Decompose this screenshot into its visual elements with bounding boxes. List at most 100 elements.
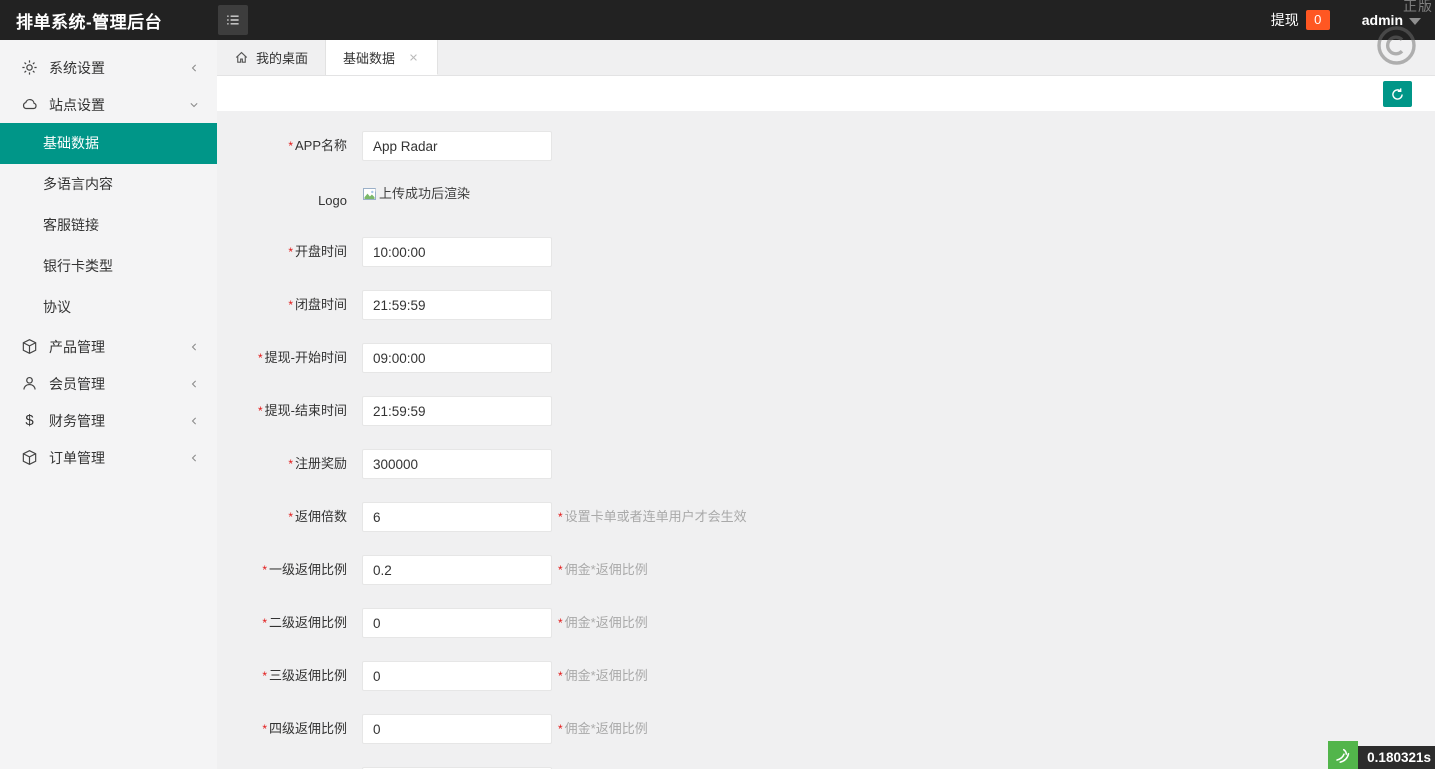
sidebar-subitem-label: 基础数据 <box>43 135 99 151</box>
sidebar-subitem[interactable]: 客服链接 <box>0 205 217 246</box>
chevron-left-icon <box>187 61 201 75</box>
field-label: *一级返佣比例 <box>217 555 347 585</box>
sidebar-item[interactable]: 产品管理 <box>0 328 217 365</box>
sidebar-subitem-label: 多语言内容 <box>43 176 113 192</box>
sidebar-item[interactable]: $ 财务管理 <box>0 402 217 439</box>
sidebar-item-label: 财务管理 <box>49 411 187 431</box>
sidebar-item-label: 产品管理 <box>49 337 187 357</box>
field-label: *提现-开始时间 <box>217 343 347 373</box>
thinkphp-logo-icon[interactable] <box>1328 741 1358 769</box>
field-input[interactable] <box>362 608 552 638</box>
field-input[interactable] <box>362 449 552 479</box>
withdraw-count-badge[interactable]: 0 <box>1306 10 1330 30</box>
tab-label: 基础数据 <box>343 48 395 67</box>
sidebar-subitem[interactable]: 基础数据 <box>0 123 217 164</box>
field-label: *提现-结束时间 <box>217 396 347 426</box>
field-input[interactable] <box>362 555 552 585</box>
required-asterisk: * <box>558 510 563 524</box>
field-input[interactable] <box>362 131 552 161</box>
required-asterisk: * <box>258 404 263 418</box>
field-input[interactable] <box>362 343 552 373</box>
field-label: *二级返佣比例 <box>217 608 347 638</box>
field-hint: *佣金*返佣比例 <box>558 608 648 638</box>
required-asterisk: * <box>288 245 293 259</box>
image-alt-text: 上传成功后渲染 <box>379 186 470 202</box>
cloud-icon <box>21 96 38 113</box>
field-label: Logo <box>217 184 347 217</box>
field-label: *注册奖励 <box>217 449 347 479</box>
chevron-left-icon <box>187 414 201 428</box>
required-asterisk: * <box>288 510 293 524</box>
field-hint: *佣金*返佣比例 <box>558 714 648 744</box>
sidebar-item-label: 订单管理 <box>49 448 187 468</box>
form-row: *三级返佣比例 *佣金*返佣比例 <box>217 661 1435 691</box>
form-row: *提现-结束时间 <box>217 396 1435 426</box>
sidebar-item[interactable]: 订单管理 <box>0 439 217 476</box>
field-label: *闭盘时间 <box>217 290 347 320</box>
required-asterisk: * <box>258 351 263 365</box>
chevron-left-icon <box>187 451 201 465</box>
sidebar-subitem[interactable]: 协议 <box>0 287 217 328</box>
field-label: *四级返佣比例 <box>217 714 347 744</box>
execution-time: 0.180321s <box>1358 746 1435 769</box>
required-asterisk: * <box>262 563 267 577</box>
copyright-watermark-icon <box>1375 24 1418 67</box>
tab-1[interactable]: 基础数据 <box>326 40 438 75</box>
field-input[interactable] <box>362 396 552 426</box>
field-label: *三级返佣比例 <box>217 661 347 691</box>
required-asterisk: * <box>288 457 293 471</box>
sidebar-subitem[interactable]: 多语言内容 <box>0 164 217 205</box>
tab-0[interactable]: 我的桌面 <box>217 40 326 75</box>
dollar-icon: $ <box>21 412 38 429</box>
sidebar-item[interactable]: 会员管理 <box>0 365 217 402</box>
watermark-text: 正版 <box>1403 0 1433 16</box>
refresh-button[interactable] <box>1383 81 1412 107</box>
required-asterisk: * <box>262 616 267 630</box>
tab-bar: 我的桌面 基础数据 <box>217 40 1435 76</box>
field-label: *开盘时间 <box>217 237 347 267</box>
refresh-icon <box>1390 87 1405 102</box>
form-row: *二级返佣比例 *佣金*返佣比例 <box>217 608 1435 638</box>
sidebar-menu: 系统设置站点设置基础数据多语言内容客服链接银行卡类型协议产品管理会员管理 $ 财务管… <box>0 40 217 476</box>
top-header: 排单系统-管理后台 提现 0 admin <box>0 0 1435 40</box>
required-asterisk: * <box>558 616 563 630</box>
chevron-left-icon <box>187 340 201 354</box>
field-hint: *佣金*返佣比例 <box>558 661 648 691</box>
menu-toggle-button[interactable] <box>218 5 248 35</box>
form-row: *四级返佣比例 *佣金*返佣比例 <box>217 714 1435 744</box>
sidebar-subitem[interactable]: 银行卡类型 <box>0 246 217 287</box>
close-icon[interactable] <box>407 51 420 64</box>
form-row: *闭盘时间 <box>217 290 1435 320</box>
box-icon <box>21 338 38 355</box>
form-row: *注册奖励 <box>217 449 1435 479</box>
required-asterisk: * <box>558 563 563 577</box>
app-title: 排单系统-管理后台 <box>0 8 210 33</box>
settings-form: *APP名称 Logo 上传成功后渲染 *开盘时间 *闭盘时间 *提现-开始时间 *提现-结… <box>217 131 1435 769</box>
field-input[interactable] <box>362 290 552 320</box>
sidebar-subitem-label: 客服链接 <box>43 217 99 233</box>
field-input[interactable] <box>362 502 552 532</box>
chevron-down-icon <box>187 98 201 112</box>
withdraw-link[interactable]: 提现 <box>1271 10 1299 30</box>
chevron-left-icon <box>187 377 201 391</box>
content-area: *APP名称 Logo 上传成功后渲染 *开盘时间 *闭盘时间 *提现-开始时间 *提现-结… <box>217 111 1435 769</box>
field-hint: *设置卡单或者连单用户才会生效 <box>558 502 747 532</box>
form-row: Logo 上传成功后渲染 <box>217 184 1435 217</box>
sidebar: 系统设置站点设置基础数据多语言内容客服链接银行卡类型协议产品管理会员管理 $ 财务管… <box>0 40 217 769</box>
field-input[interactable] <box>362 714 552 744</box>
form-row: *APP名称 <box>217 131 1435 161</box>
form-row: *开盘时间 <box>217 237 1435 267</box>
sidebar-item[interactable]: 系统设置 <box>0 49 217 86</box>
field-label: *返佣倍数 <box>217 502 347 532</box>
required-asterisk: * <box>558 722 563 736</box>
required-asterisk: * <box>288 139 293 153</box>
box-icon <box>21 449 38 466</box>
home-icon <box>234 50 249 65</box>
sidebar-subitem-label: 银行卡类型 <box>43 258 113 274</box>
field-input[interactable] <box>362 237 552 267</box>
sidebar-item[interactable]: 站点设置 <box>0 86 217 123</box>
tab-label: 我的桌面 <box>256 48 308 67</box>
sidebar-subitem-label: 协议 <box>43 299 71 315</box>
gear-icon <box>21 59 38 76</box>
field-input[interactable] <box>362 661 552 691</box>
